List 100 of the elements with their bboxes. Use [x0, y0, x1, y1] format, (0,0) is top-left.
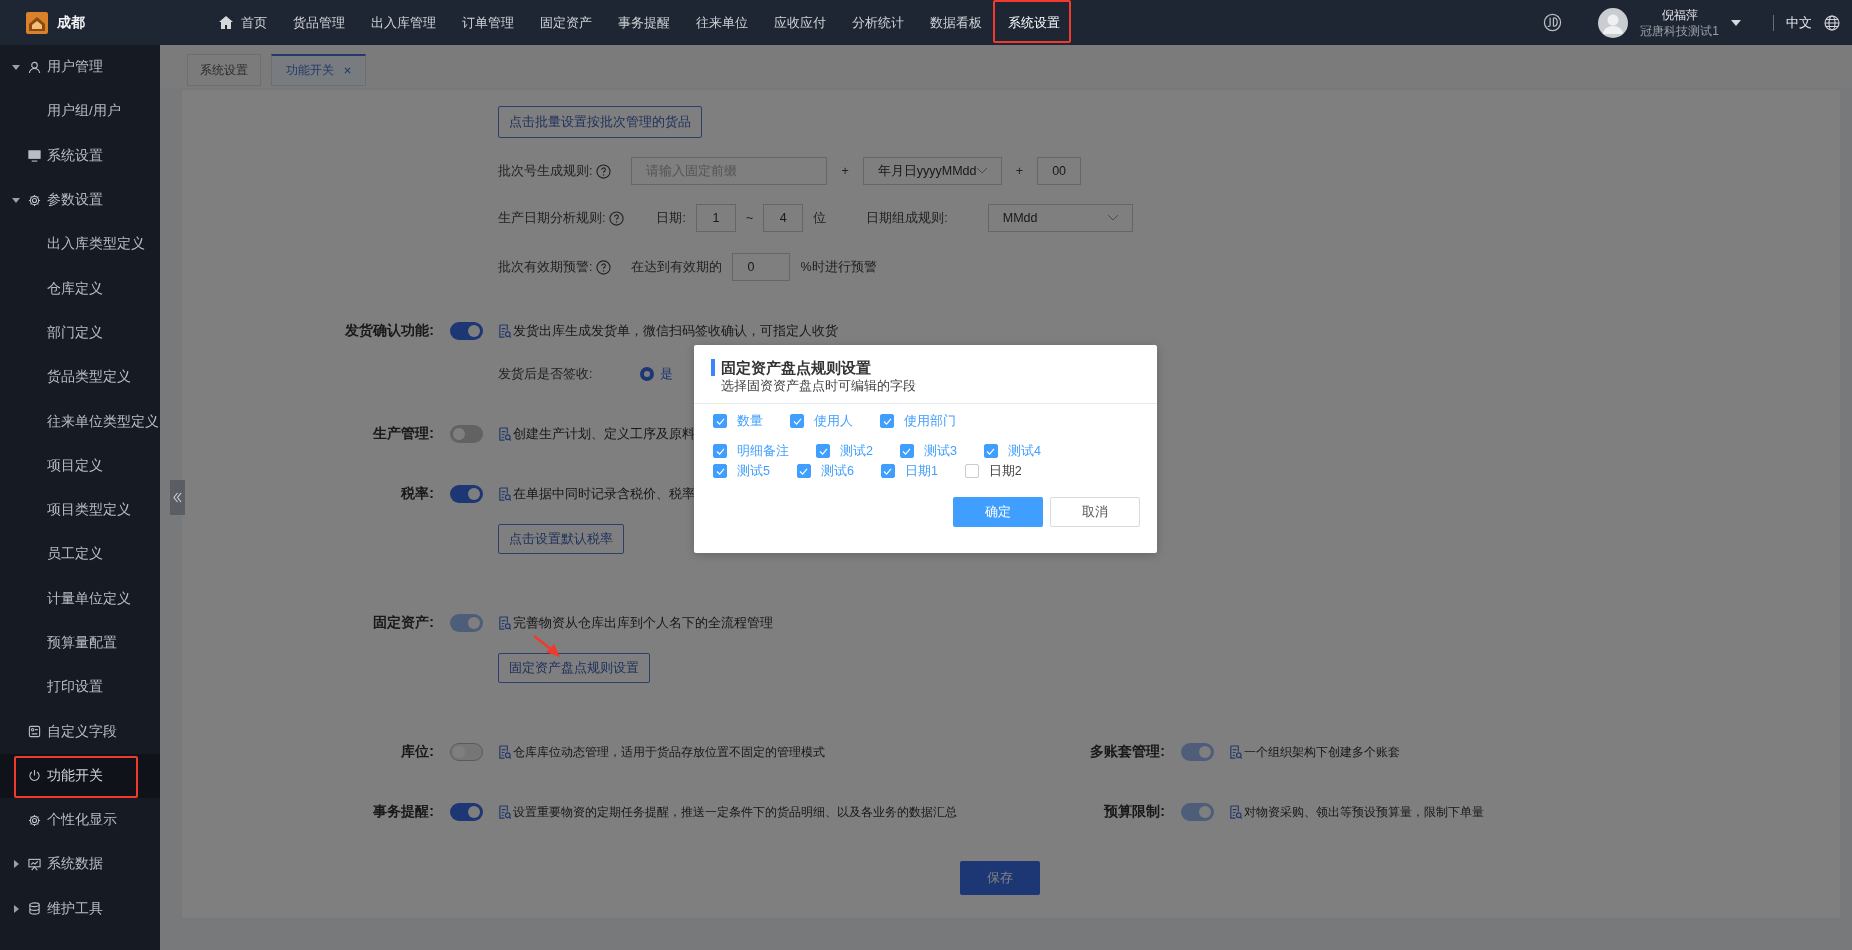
field-label: 在达到有效期的 [631, 258, 723, 276]
sidebar-item[interactable]: 用户管理 [0, 45, 160, 90]
double-chevron-icon [173, 492, 182, 503]
feature-label: 生产管理: [372, 425, 434, 443]
home-icon [219, 16, 233, 29]
feature-description: 完善物资从仓库出库到个人名下的全流程管理 [513, 614, 773, 632]
sidebar-item[interactable]: 功能开关 [0, 753, 160, 799]
user-name: 倪福萍 [1661, 6, 1698, 23]
field-label: 批次有效期预警: [498, 258, 593, 276]
check-icon [799, 467, 809, 475]
help-icon[interactable] [596, 163, 612, 179]
field-label: 日期组成规则: [866, 209, 948, 227]
globe-icon[interactable] [1824, 14, 1840, 31]
sidebar-item[interactable]: 货品类型定义 [0, 355, 160, 400]
nav-item[interactable]: 出入库管理 [358, 0, 449, 45]
feature-description: 对物资采购、领出等预设预算量，限制下单量 [1244, 803, 1484, 821]
monitor-icon [28, 149, 41, 163]
board-icon [28, 858, 41, 871]
help-icon[interactable] [609, 210, 625, 226]
document-search-icon [498, 323, 511, 339]
sidebar-item[interactable]: 预算量配置 [0, 620, 160, 666]
sidebar-item[interactable]: 参数设置 [0, 177, 160, 223]
dialog-subtitle: 选择固资资产盘点时可编辑的字段 [720, 378, 917, 395]
toggle-switch[interactable] [450, 485, 483, 503]
sidebar-item[interactable]: 系统数据 [0, 842, 160, 887]
nav-item[interactable]: 订单管理 [449, 0, 527, 45]
feature-description: 发货出库生成发货单，微信扫码签收确认，可指定人收货 [513, 322, 838, 340]
nav-item[interactable]: 系统设置 [995, 0, 1073, 45]
nav-item[interactable]: 首页 [206, 0, 280, 45]
sidebar-item[interactable]: 自定义字段 [0, 709, 160, 754]
feature-description: 在单据中同时记录含税价、税率 [513, 485, 695, 503]
feature-label: 发货确认功能: [344, 322, 434, 340]
serial-input[interactable]: 00 [1037, 157, 1082, 185]
sidebar-item[interactable]: 往来单位类型定义 [0, 399, 160, 444]
toggle-switch[interactable] [450, 803, 483, 821]
check-icon [818, 447, 828, 455]
sidebar-item[interactable]: 出入库类型定义 [0, 222, 160, 267]
language-menu[interactable]: 中文 [1786, 13, 1812, 32]
check-icon [902, 447, 912, 455]
nav-item[interactable]: 事务提醒 [605, 0, 683, 45]
caret-icon[interactable] [1731, 19, 1741, 26]
feature-description: 创建生产计划、定义工序及原料 [513, 425, 695, 443]
badge-icon[interactable] [1543, 13, 1563, 32]
gear-icon [28, 193, 41, 207]
toggle-switch[interactable] [450, 425, 483, 443]
start-digit-input[interactable]: 1 [695, 204, 736, 232]
field-label: 批次号生成规则: [498, 162, 593, 180]
close-icon[interactable] [344, 67, 351, 74]
feature-label: 税率: [399, 485, 434, 503]
date-format-select[interactable]: 年月日yyyyMMdd [862, 157, 1002, 185]
field-label: 生产日期分析规则: [498, 209, 606, 227]
feature-label: 预算限制: [1102, 803, 1165, 821]
sidebar-item[interactable]: 计量单位定义 [0, 576, 160, 621]
sidebar-item[interactable]: 项目类型定义 [0, 487, 160, 533]
date-compose-select[interactable]: MMdd [987, 204, 1133, 232]
end-digit-input[interactable]: 4 [763, 204, 804, 232]
document-search-icon [1229, 744, 1242, 760]
nav-item[interactable]: 货品管理 [280, 0, 358, 45]
tab[interactable]: 系统设置 [187, 54, 261, 86]
document-search-icon [498, 486, 511, 502]
sidebar-item[interactable]: 维护工具 [0, 886, 160, 931]
sidebar-item[interactable]: 员工定义 [0, 532, 160, 577]
nav-item[interactable]: 应收应付 [761, 0, 839, 45]
document-search-icon [498, 804, 511, 820]
nav-item[interactable]: 往来单位 [683, 0, 761, 45]
percent-input[interactable]: 0 [732, 253, 791, 281]
feature-label: 多账套管理: [1089, 743, 1165, 761]
plus-sign: + [841, 164, 849, 178]
field-checkbox[interactable]: 日期2 [964, 462, 1022, 480]
field-label: %时进行预警 [800, 258, 877, 276]
nav-item[interactable]: 数据看板 [917, 0, 995, 45]
unit-label: 位 [813, 209, 827, 227]
check-icon [715, 467, 725, 475]
field-label: 日期: [656, 209, 686, 227]
check-icon [792, 417, 802, 425]
cancel-button[interactable]: 取消 [1050, 497, 1140, 527]
database-icon [28, 902, 41, 916]
check-icon [882, 417, 892, 425]
sidebar-item[interactable]: 部门定义 [0, 310, 160, 356]
nav-item[interactable]: 固定资产 [527, 0, 605, 45]
company-name: 冠唐科技测试1 [1640, 22, 1719, 39]
brand-name: 成都 [57, 13, 85, 32]
feature-description: 一个组织架构下创建多个账套 [1244, 743, 1400, 761]
sidebar-item[interactable]: 系统设置 [0, 133, 160, 178]
document-search-icon [498, 744, 511, 760]
help-icon[interactable] [596, 259, 612, 275]
feature-label: 库位: [400, 743, 434, 761]
sidebar-item[interactable]: 用户组/用户 [0, 89, 160, 134]
gear-icon [28, 813, 41, 827]
feature-description: 设置重要物资的定期任务提醒，推送一定条件下的货品明细、以及各业务的数据汇总 [513, 803, 957, 821]
sidebar-item[interactable]: 仓库定义 [0, 266, 160, 311]
nav-item[interactable]: 分析统计 [839, 0, 917, 45]
toggle-switch[interactable] [450, 322, 483, 340]
collapse-button[interactable] [170, 480, 185, 515]
avatar[interactable] [1598, 7, 1629, 38]
document-search-icon [498, 615, 511, 631]
sidebar-item[interactable]: 个性化显示 [0, 798, 160, 843]
sidebar-item[interactable]: 打印设置 [0, 665, 160, 710]
form-icon [28, 725, 41, 739]
sidebar-item[interactable]: 项目定义 [0, 443, 160, 488]
